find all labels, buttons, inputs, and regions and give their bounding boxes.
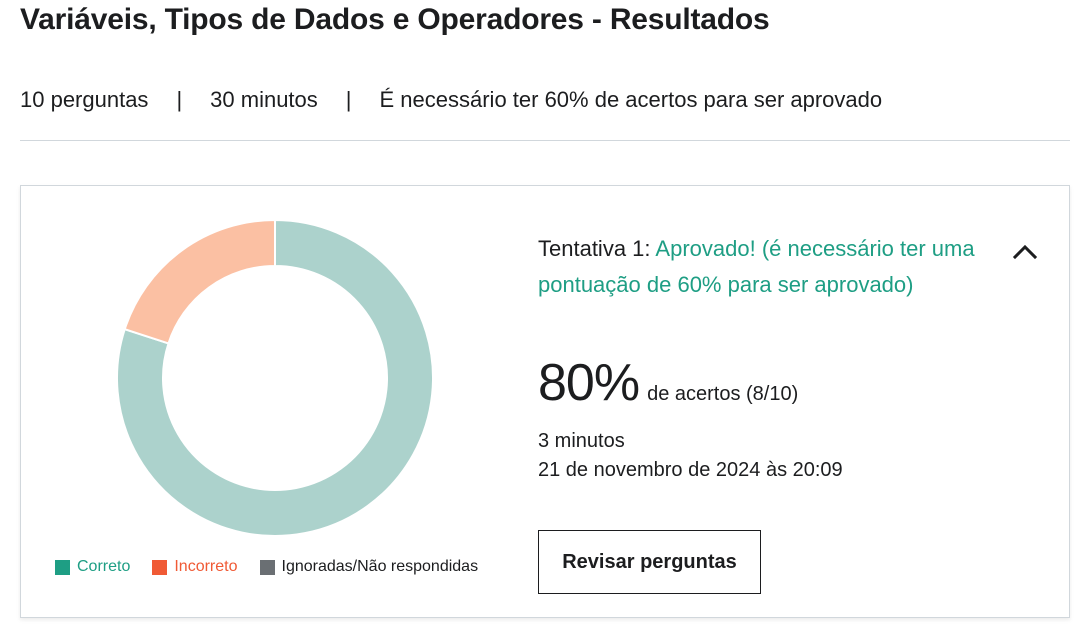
legend-item: Correto: [55, 558, 130, 576]
pass-requirement: É necessário ter 60% de acertos para ser…: [379, 87, 883, 112]
legend-label: Incorreto: [174, 558, 238, 575]
legend-swatch: [259, 559, 275, 575]
score-row: 80% de acertos (8/10): [538, 351, 798, 415]
attempt-card: Correto Incorreto Ignoradas/Não respondida…: [20, 185, 1070, 618]
quiz-meta: 10 perguntas | 30 minutos | É necessário…: [20, 86, 882, 114]
score-percent: 80%: [538, 354, 640, 412]
legend-item: Incorreto: [152, 558, 238, 576]
attempt-duration: 3 minutos: [538, 430, 625, 452]
results-page: Variáveis, Tipos de Dados e Operadores -…: [0, 0, 1083, 637]
attempt-datetime: 21 de novembro de 2024 às 20:09: [538, 459, 843, 481]
chevron-up-icon[interactable]: [1011, 242, 1039, 262]
question-count: 10 perguntas: [20, 87, 149, 112]
score-label: de acertos (8/10): [647, 383, 799, 405]
attempt-status: Tentativa 1: Aprovado! (é necessário ter…: [538, 231, 998, 303]
page-title: Variáveis, Tipos de Dados e Operadores -…: [20, 3, 770, 36]
review-questions-button[interactable]: Revisar perguntas: [538, 530, 761, 594]
legend-swatch: [55, 559, 70, 575]
donut-slice-incorreto: [123, 219, 276, 345]
legend-label: Correto: [77, 558, 131, 575]
time-limit: 30 minutos: [210, 87, 318, 112]
meta-separator: |: [176, 87, 183, 112]
attempt-label: Tentativa 1:: [538, 236, 651, 261]
divider: [20, 140, 1070, 141]
meta-separator: |: [345, 87, 352, 112]
legend-swatch: [152, 559, 168, 575]
legend-label: Ignoradas/Não respondidas: [281, 558, 479, 575]
chart-legend: Correto Incorreto Ignoradas/Não respondida…: [55, 558, 500, 576]
legend-item: Ignoradas/Não respondidas: [259, 558, 479, 576]
result-donut-chart: [116, 219, 434, 537]
